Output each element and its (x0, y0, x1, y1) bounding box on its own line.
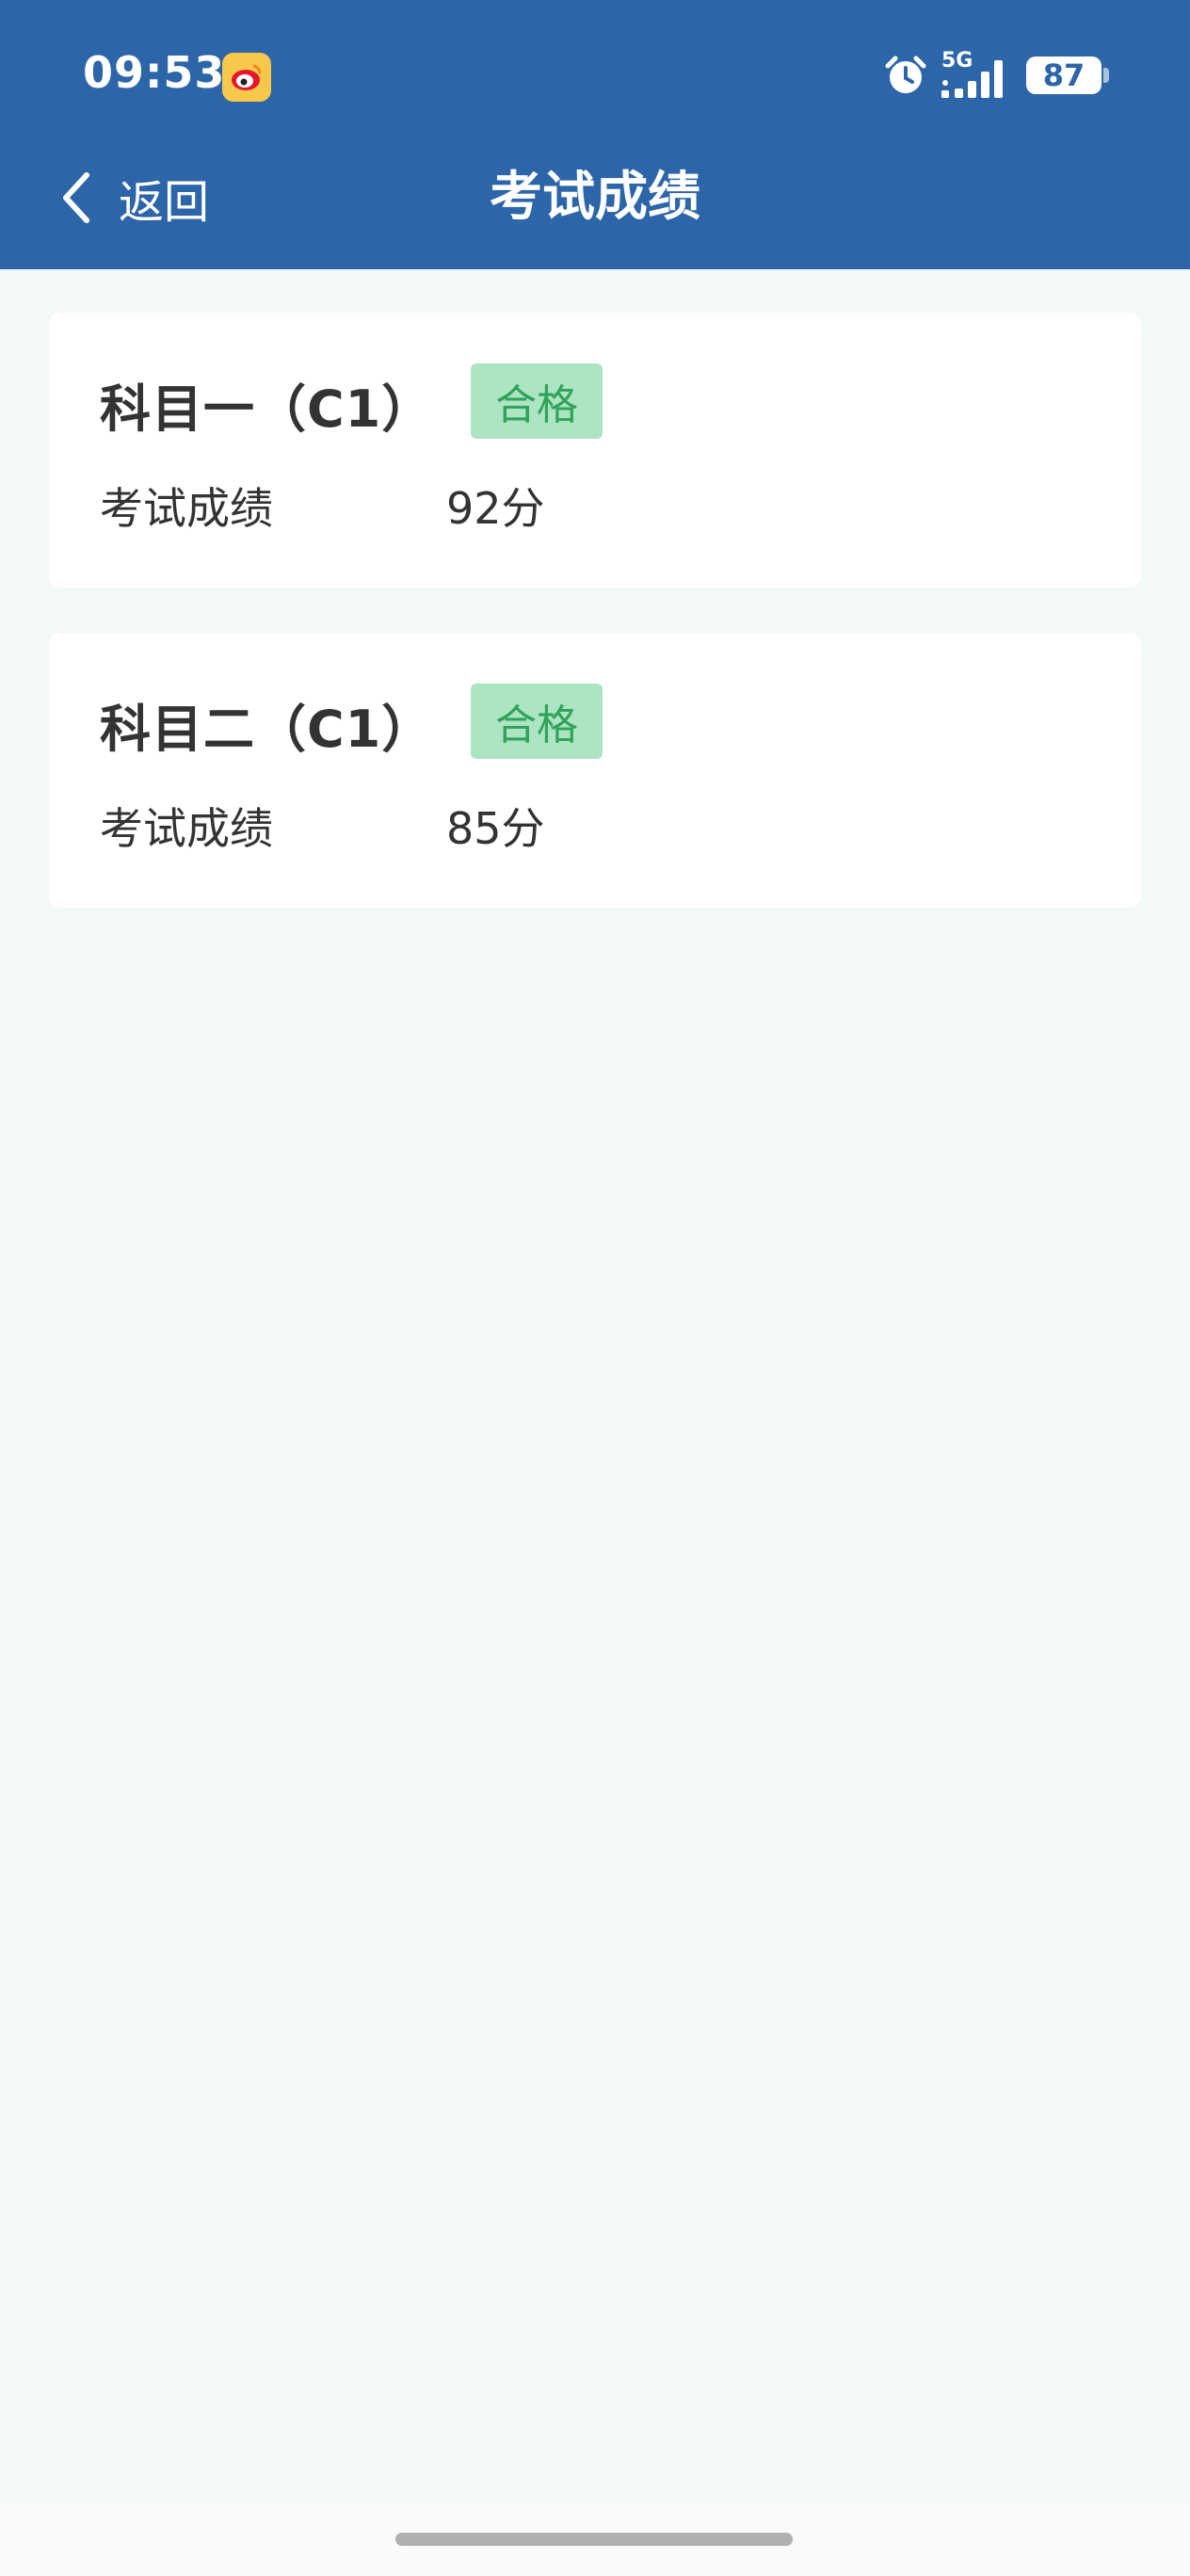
pass-badge: 合格 (471, 363, 603, 439)
subject-title: 科目二（C1） (100, 700, 434, 759)
back-chevron-icon (63, 172, 89, 223)
result-card: 科目一（C1） 合格 考试成绩 92分 (49, 313, 1141, 588)
pass-badge: 合格 (471, 684, 603, 759)
score-label: 考试成绩 (100, 483, 273, 534)
battery-level: 87 (1042, 57, 1085, 93)
back-label: 返回 (119, 176, 210, 229)
score-value: 85分 (446, 803, 545, 854)
app-header: 09:53 5G 87 考试成绩 返回 (0, 0, 1190, 269)
weibo-icon (222, 53, 271, 102)
alarm-icon (883, 53, 928, 98)
status-time: 09:53 (83, 47, 226, 98)
battery-tip (1103, 68, 1109, 83)
score-label: 考试成绩 (100, 803, 273, 854)
result-card: 科目二（C1） 合格 考试成绩 85分 (49, 633, 1141, 908)
signal-icon: 5G (941, 49, 1013, 100)
back-button[interactable]: 返回 (56, 160, 209, 235)
battery-icon: 87 (1026, 56, 1102, 94)
score-value: 92分 (446, 483, 545, 534)
home-indicator[interactable] (395, 2533, 793, 2546)
subject-title: 科目一（C1） (100, 379, 434, 439)
